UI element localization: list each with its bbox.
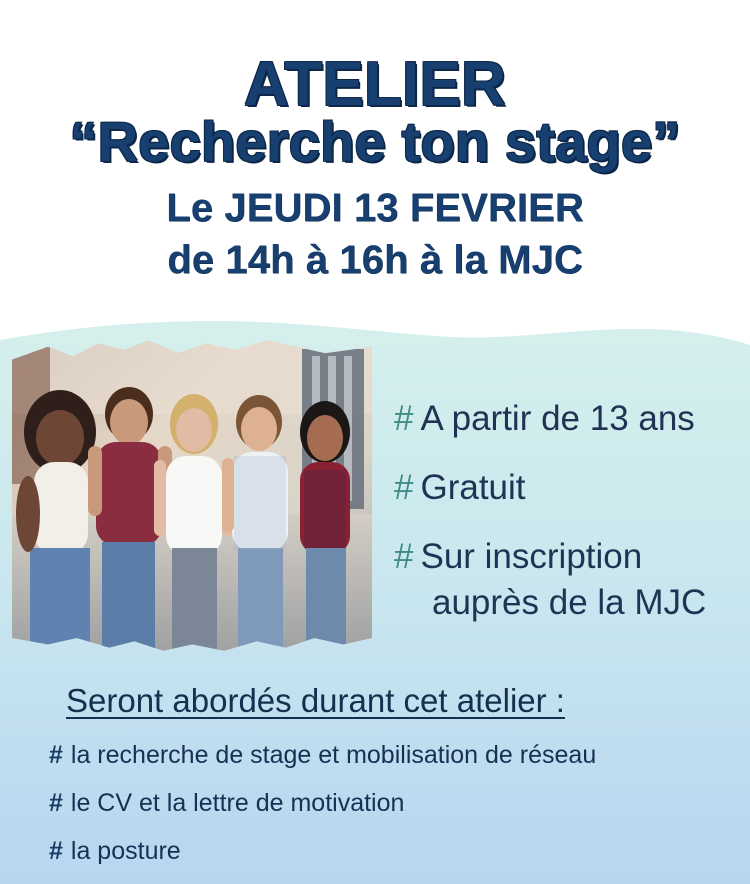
poster-subtitle: “Recherche ton stage”	[69, 110, 681, 173]
info-item-price: # Gratuit	[394, 467, 526, 509]
info-item-registration: # Sur inscription	[394, 536, 642, 578]
hash-icon: #	[394, 468, 414, 507]
topic-item: # la posture	[49, 839, 181, 864]
topic-label: le CV et la lettre de motivation	[70, 789, 405, 817]
topic-label: la recherche de stage et mobilisation de…	[70, 741, 597, 769]
hash-icon: #	[394, 537, 414, 576]
poster-title: ATELIER	[243, 50, 507, 119]
info-item-age: # A partir de 13 ans	[394, 398, 695, 440]
info-item-label: Sur inscription	[420, 537, 643, 576]
workshop-topics-heading: Seront abordés durant cet atelier :	[66, 682, 565, 719]
students-photo	[12, 340, 372, 651]
hash-icon: #	[49, 789, 63, 817]
topic-item: # le CV et la lettre de motivation	[49, 791, 404, 816]
topic-item: # la recherche de stage et mobilisation d…	[49, 743, 596, 768]
event-time-location: de 14h à 16h à la MJC	[167, 238, 583, 282]
hash-icon: #	[49, 741, 63, 769]
event-date: Le JEUDI 13 FEVRIER	[166, 186, 584, 230]
info-item-label: auprès de la MJC	[432, 583, 707, 622]
hash-icon: #	[49, 837, 63, 865]
topic-label: la posture	[70, 837, 181, 865]
info-item-label: A partir de 13 ans	[420, 399, 695, 438]
hash-icon: #	[394, 399, 414, 438]
info-item-label: Gratuit	[420, 468, 526, 507]
info-item-registration-location: auprès de la MJC	[432, 582, 706, 624]
